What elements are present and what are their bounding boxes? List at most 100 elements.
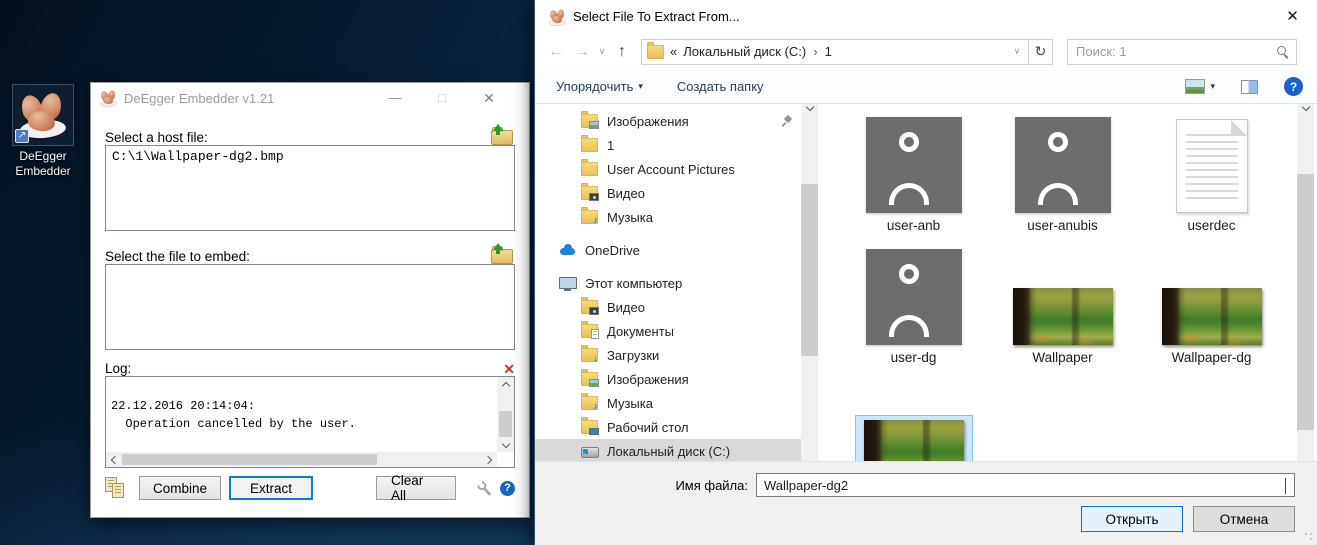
file-name-label: user-anb: [887, 218, 940, 233]
scroll-thumb[interactable]: [801, 184, 818, 356]
file-tile[interactable]: user-anubis: [988, 104, 1137, 236]
file-tile[interactable]: Wallpaper-dg: [1137, 236, 1286, 368]
forward-icon[interactable]: →: [569, 43, 595, 61]
filename-label: Имя файла:: [535, 478, 756, 493]
minimize-button[interactable]: —: [375, 83, 415, 113]
embedder-window: DeEgger Embedder v1.21 — □ ✕ Select a ho…: [90, 82, 530, 518]
sidebar-item-label: Изображения: [607, 372, 689, 387]
sidebar-item-label: Видео: [607, 186, 645, 201]
sidebar-item[interactable]: ♪Музыка: [535, 391, 801, 415]
new-folder-button[interactable]: Создать папку: [677, 79, 764, 94]
breadcrumb-collapse[interactable]: «: [670, 44, 677, 59]
back-icon[interactable]: ←: [543, 43, 569, 61]
browse-host-button[interactable]: [491, 126, 515, 145]
wrench-icon[interactable]: [475, 477, 498, 500]
breadcrumb-separator: ›: [813, 44, 817, 59]
desktop: ↗ DeEgger Embedder DeEgger Embedder v1.2…: [0, 0, 1317, 545]
search-box[interactable]: Поиск: 1: [1067, 39, 1297, 65]
file-list-scrollbar[interactable]: [1297, 104, 1314, 461]
extract-button[interactable]: Extract: [229, 476, 313, 500]
sidebar-item[interactable]: Этот компьютер: [535, 271, 801, 295]
sidebar-item[interactable]: Документы: [535, 319, 801, 343]
breadcrumb-folder[interactable]: 1: [825, 44, 832, 59]
maximize-button[interactable]: □: [422, 83, 462, 113]
sidebar-item[interactable]: ↓Загрузки: [535, 343, 801, 367]
scroll-thumb[interactable]: [1297, 174, 1314, 430]
sidebar-item[interactable]: Видео: [535, 181, 801, 205]
plain-folder-icon: [581, 162, 598, 176]
sidebar-item-label: Этот компьютер: [585, 276, 682, 291]
breadcrumb-drive[interactable]: Локальный диск (C:): [683, 44, 806, 59]
cancel-button[interactable]: Отмена: [1193, 506, 1295, 532]
address-bar[interactable]: « Локальный диск (C:) › 1 ∨ ↻: [641, 39, 1053, 65]
scroll-up-icon[interactable]: [497, 377, 514, 392]
scroll-down-icon[interactable]: [1297, 104, 1314, 112]
clear-log-icon[interactable]: ✕: [503, 362, 515, 376]
sidebar-item[interactable]: OneDrive: [535, 238, 801, 262]
file-tile[interactable]: Wallpaper: [988, 236, 1137, 368]
sidebar-item[interactable]: 1: [535, 133, 801, 157]
video-folder-icon: [581, 300, 598, 314]
scroll-down-icon[interactable]: [801, 104, 818, 112]
search-icon[interactable]: [1276, 45, 1290, 59]
address-dropdown-icon[interactable]: ∨: [1006, 46, 1028, 57]
command-toolbar: Упорядочить ▾ Создать папку ▾ ?: [535, 70, 1317, 104]
sidebar-item[interactable]: ♪Музыка: [535, 205, 801, 229]
combine-docs-icon: [105, 477, 129, 499]
organize-button[interactable]: Упорядочить ▾: [556, 79, 643, 94]
preview-pane-icon[interactable]: [1241, 80, 1258, 94]
host-file-field[interactable]: C:\1\Wallpaper-dg2.bmp: [105, 145, 515, 231]
open-button[interactable]: Открыть: [1081, 506, 1183, 532]
embed-file-field[interactable]: [105, 264, 515, 350]
open-folder-icon: [493, 243, 503, 250]
scroll-right-icon[interactable]: [482, 452, 497, 467]
scroll-left-icon[interactable]: [106, 452, 121, 467]
sidebar-item[interactable]: Локальный диск (C:): [535, 439, 801, 461]
change-view-icon[interactable]: [1185, 79, 1205, 94]
dialog-footer: Имя файла: Wallpaper-dg2 Открыть Отмена: [535, 461, 1317, 545]
user-picture-icon: [866, 117, 962, 213]
refresh-icon[interactable]: ↻: [1028, 40, 1052, 64]
resize-grip[interactable]: [1304, 532, 1314, 542]
file-tile[interactable]: user-dg: [839, 236, 988, 368]
pictures-folder-icon: [581, 114, 598, 128]
open-folder-icon: [493, 124, 503, 131]
dialog-close-button[interactable]: ✕: [1270, 0, 1315, 33]
scroll-thumb[interactable]: [122, 454, 377, 465]
log-vertical-scrollbar[interactable]: [497, 377, 514, 452]
view-dropdown-icon[interactable]: ▾: [1210, 81, 1215, 92]
close-button[interactable]: ✕: [469, 83, 509, 113]
clear-all-button[interactable]: Clear All: [376, 476, 456, 500]
desktop-icon-deegger[interactable]: ↗ DeEgger Embedder: [4, 84, 82, 179]
log-horizontal-scrollbar[interactable]: [106, 452, 497, 467]
local-disk-icon: [581, 446, 598, 457]
image-thumbnail: [1013, 288, 1113, 345]
browse-embed-button[interactable]: [491, 245, 515, 264]
sidebar-item-label: Рабочий стол: [607, 420, 689, 435]
scroll-thumb[interactable]: [499, 411, 512, 437]
dialog-sidebar: Изображения1User Account PicturesВидео♪М…: [535, 104, 801, 461]
filename-combobox[interactable]: Wallpaper-dg2: [756, 473, 1295, 497]
combo-dropdown-icon[interactable]: [1285, 478, 1286, 493]
dialog-help-icon[interactable]: ?: [1284, 77, 1303, 96]
music-folder-icon: ♪: [581, 396, 598, 410]
sidebar-item[interactable]: Видео: [535, 295, 801, 319]
combine-button[interactable]: Combine: [139, 476, 221, 500]
scroll-down-icon[interactable]: [497, 437, 514, 452]
help-icon[interactable]: ?: [500, 481, 515, 496]
log-text: 22.12.2016 20:14:04: Operation cancelled…: [106, 377, 497, 452]
dialog-titlebar[interactable]: Select File To Extract From... ✕: [535, 0, 1317, 33]
sidebar-item[interactable]: User Account Pictures: [535, 157, 801, 181]
embedder-titlebar[interactable]: DeEgger Embedder v1.21 — □ ✕: [91, 83, 529, 113]
file-name-label: Wallpaper-dg: [1172, 350, 1252, 365]
folder-icon: [647, 45, 664, 59]
file-tile[interactable]: userdec: [1137, 104, 1286, 236]
sidebar-item[interactable]: Изображения: [535, 109, 801, 133]
file-tile[interactable]: user-anb: [839, 104, 988, 236]
sidebar-item[interactable]: Рабочий стол: [535, 415, 801, 439]
sidebar-item[interactable]: Изображения: [535, 367, 801, 391]
up-icon[interactable]: ↑: [609, 43, 635, 61]
recent-locations-icon[interactable]: ∨: [595, 46, 609, 57]
sidebar-scrollbar[interactable]: [801, 104, 818, 461]
desktop-folder-icon: [581, 420, 598, 434]
